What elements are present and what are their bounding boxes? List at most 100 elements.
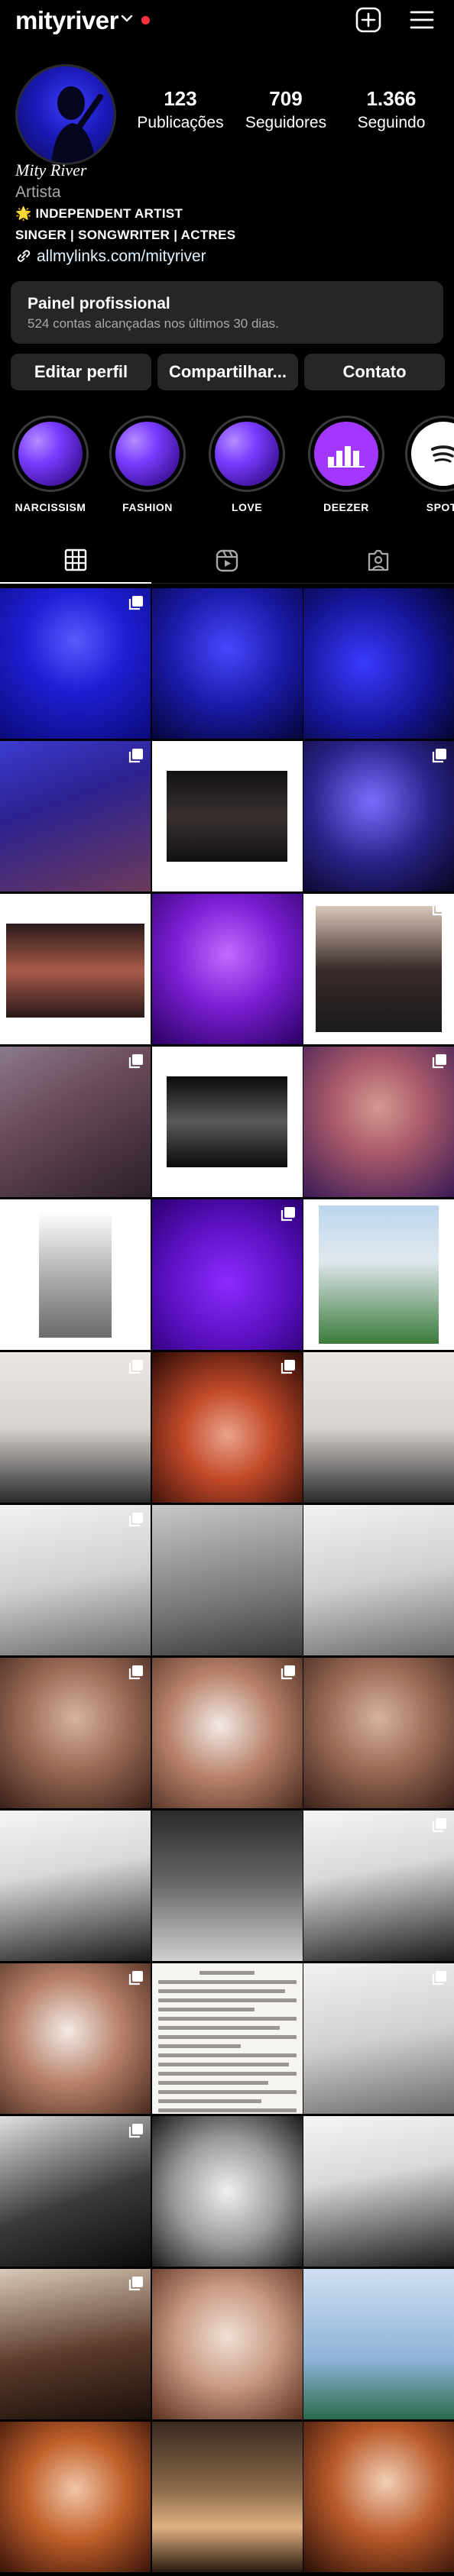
post-thumbnail[interactable] <box>0 1811 151 1961</box>
carousel-icon <box>431 900 448 917</box>
carousel-icon <box>128 1511 144 1528</box>
edit-profile-button[interactable]: Editar perfil <box>11 354 151 390</box>
tab-reels[interactable] <box>151 538 303 584</box>
profile-tabs <box>0 538 454 584</box>
glitter-cover <box>115 422 180 486</box>
professional-dashboard[interactable]: Painel profissional 524 contas alcançada… <box>11 281 443 344</box>
posts-count: 123 <box>164 87 197 110</box>
post-thumbnail[interactable] <box>303 1658 454 1808</box>
account-username[interactable]: mityriver <box>15 6 118 35</box>
tab-grid[interactable] <box>0 538 151 584</box>
post-thumbnail[interactable] <box>303 741 454 892</box>
post-thumbnail[interactable] <box>0 2269 151 2419</box>
spotify-logo-icon <box>425 435 454 472</box>
post-thumbnail[interactable] <box>151 1199 303 1350</box>
post-thumbnail[interactable] <box>151 894 303 1044</box>
carousel-icon <box>128 2122 144 2139</box>
carousel-icon <box>431 747 448 764</box>
stat-followers[interactable]: 709 Seguidores <box>237 87 335 132</box>
chevron-down-icon[interactable] <box>119 11 135 26</box>
stat-posts[interactable]: 123 Publicações <box>131 87 229 132</box>
post-thumbnail[interactable] <box>151 588 303 739</box>
highlight-fashion[interactable]: FASHION <box>108 416 187 513</box>
post-thumbnail[interactable] <box>151 1505 303 1655</box>
carousel-icon <box>431 1969 448 1986</box>
carousel-icon <box>128 747 144 764</box>
bio-link[interactable]: allmylinks.com/mityriver <box>15 248 206 266</box>
highlight-label: NARCISSISM <box>15 501 86 513</box>
bio-line-1: 🌟 INDEPENDENT ARTIST <box>15 206 183 221</box>
carousel-icon <box>280 1205 297 1222</box>
carousel-icon <box>280 1358 297 1375</box>
glitter-cover <box>18 422 83 486</box>
notification-dot <box>141 16 150 24</box>
bio-link-text: allmylinks.com/mityriver <box>37 248 206 265</box>
plus-square-icon[interactable] <box>355 6 382 34</box>
highlight-spotify[interactable]: SPOTI <box>404 416 454 513</box>
post-thumbnail[interactable] <box>0 894 151 1044</box>
post-thumbnail[interactable] <box>303 1199 454 1350</box>
carousel-icon <box>128 1664 144 1681</box>
highlight-love[interactable]: LOVE <box>207 416 287 513</box>
top-bar: mityriver <box>0 0 454 41</box>
carousel-icon <box>128 594 144 611</box>
stat-following[interactable]: 1.366 Seguindo <box>342 87 440 132</box>
carousel-icon <box>431 1053 448 1070</box>
post-thumbnail[interactable] <box>303 1352 454 1503</box>
post-thumbnail[interactable] <box>151 1811 303 1961</box>
highlight-label: DEEZER <box>323 501 369 513</box>
post-thumbnail[interactable] <box>303 2269 454 2419</box>
post-thumbnail[interactable] <box>303 2422 454 2572</box>
hamburger-menu-icon[interactable] <box>408 8 436 32</box>
profile-avatar[interactable] <box>15 64 116 165</box>
following-label: Seguindo <box>357 114 426 131</box>
carousel-icon <box>128 1969 144 1986</box>
post-thumbnail[interactable] <box>151 2422 303 2572</box>
share-profile-button[interactable]: Compartilhar... <box>157 354 298 390</box>
post-thumbnail[interactable] <box>303 894 454 1044</box>
profile-display-name: Mity River <box>15 160 87 180</box>
post-thumbnail[interactable] <box>151 1352 303 1503</box>
carousel-icon <box>431 1817 448 1833</box>
glitter-cover <box>215 422 279 486</box>
posts-label: Publicações <box>137 114 224 131</box>
post-thumbnail[interactable] <box>0 741 151 892</box>
post-thumbnail[interactable] <box>303 2116 454 2267</box>
tab-tagged[interactable] <box>303 538 454 584</box>
post-thumbnail[interactable] <box>0 1199 151 1350</box>
post-thumbnail[interactable] <box>151 741 303 892</box>
highlight-label: SPOTI <box>426 501 454 513</box>
post-thumbnail[interactable] <box>303 588 454 739</box>
post-thumbnail[interactable] <box>0 1047 151 1197</box>
post-thumbnail[interactable] <box>303 1963 454 2114</box>
post-thumbnail[interactable] <box>303 1811 454 1961</box>
post-thumbnail[interactable] <box>0 2116 151 2267</box>
grid-icon <box>64 549 87 571</box>
link-icon <box>17 250 31 262</box>
carousel-icon <box>128 900 144 917</box>
posts-grid <box>0 588 454 2572</box>
post-thumbnail[interactable] <box>151 2269 303 2419</box>
post-thumbnail[interactable] <box>0 1963 151 2114</box>
post-thumbnail[interactable] <box>0 1352 151 1503</box>
post-thumbnail[interactable] <box>303 1047 454 1197</box>
deezer-logo-icon <box>328 446 365 468</box>
post-thumbnail[interactable] <box>151 2116 303 2267</box>
post-thumbnail[interactable] <box>151 1963 303 2114</box>
carousel-icon <box>280 1664 297 1681</box>
contact-button[interactable]: Contato <box>304 354 445 390</box>
highlight-label: FASHION <box>122 501 173 513</box>
post-thumbnail[interactable] <box>0 1505 151 1655</box>
avatar-photo <box>51 86 103 163</box>
following-count: 1.366 <box>366 87 417 110</box>
post-thumbnail[interactable] <box>303 1505 454 1655</box>
highlight-narcissism[interactable]: NARCISSISM <box>11 416 90 513</box>
post-thumbnail[interactable] <box>0 2422 151 2572</box>
carousel-icon <box>128 1053 144 1070</box>
post-thumbnail[interactable] <box>151 1658 303 1808</box>
post-thumbnail[interactable] <box>0 1658 151 1808</box>
followers-count: 709 <box>269 87 303 110</box>
post-thumbnail[interactable] <box>151 1047 303 1197</box>
post-thumbnail[interactable] <box>0 588 151 739</box>
highlight-deezer[interactable]: DEEZER <box>306 416 386 513</box>
